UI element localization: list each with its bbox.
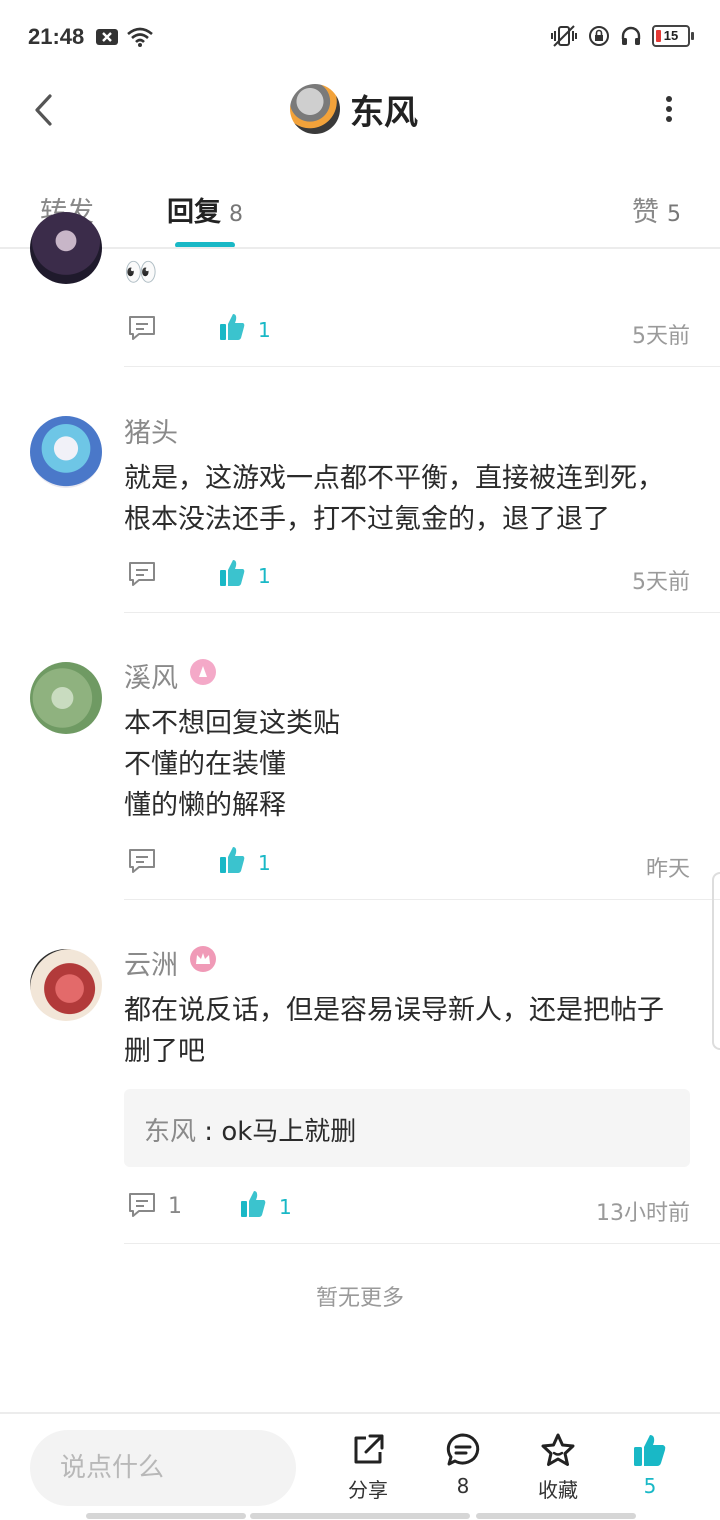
quote-text: ok马上就删 xyxy=(221,1117,357,1147)
comment-button[interactable]: 8 xyxy=(423,1432,503,1498)
notification-x-icon xyxy=(96,29,118,45)
comment-reply-icon[interactable] xyxy=(127,847,157,875)
comment-divider xyxy=(124,366,720,367)
tab-count: 5 xyxy=(667,202,681,227)
tab-count: 8 xyxy=(229,202,243,227)
comment-divider xyxy=(124,1243,720,1244)
rotation-lock-icon xyxy=(589,26,609,46)
nav-bar-segment xyxy=(250,1513,470,1519)
comment-bubble-icon xyxy=(446,1433,480,1466)
comment-divider xyxy=(124,612,720,613)
like-count: 1 xyxy=(279,1195,292,1219)
nav-bar-segment xyxy=(86,1513,246,1519)
comment-time: 昨天 xyxy=(645,857,690,882)
tab-label: 赞 xyxy=(632,197,659,228)
username[interactable]: 溪风 xyxy=(124,656,178,695)
thumbs-up-icon[interactable] xyxy=(218,845,246,875)
more-options-button[interactable] xyxy=(664,96,674,122)
comment-reply-icon[interactable] xyxy=(127,314,157,342)
share-icon xyxy=(354,1434,384,1464)
comment-line: 根本没法还手，打不过氪金的，退了退了 xyxy=(124,504,610,535)
author-avatar[interactable] xyxy=(290,84,340,134)
user-badge-icon xyxy=(190,659,216,685)
crown-badge-icon xyxy=(190,946,216,972)
like-count: 1 xyxy=(258,318,271,342)
comment-line: 本不想回复这类贴 xyxy=(124,708,340,739)
comment-time: 13小时前 xyxy=(596,1201,690,1226)
reply-quote[interactable]: 东风 : ok马上就删 xyxy=(124,1089,690,1167)
comment-text: 本不想回复这类贴 不懂的在装懂 懂的懒的解释 xyxy=(124,703,340,826)
status-left-icons xyxy=(96,26,154,48)
comment-time: 5天前 xyxy=(632,324,690,349)
back-button[interactable] xyxy=(28,90,62,130)
comment-reply-icon[interactable] xyxy=(127,560,157,588)
like-button[interactable]: 5 xyxy=(610,1432,690,1498)
comment-count: 8 xyxy=(456,1474,470,1498)
thumbs-up-icon[interactable] xyxy=(218,312,246,342)
comment-line: 都在说反话，但是容易误导新人，还是把帖子 xyxy=(124,995,664,1026)
tab-likes[interactable]: 赞5 xyxy=(632,190,681,229)
tab-label: 回复 xyxy=(167,197,221,228)
comment-time: 5天前 xyxy=(632,570,690,595)
favorite-label: 收藏 xyxy=(538,1478,578,1502)
headphone-icon xyxy=(621,26,641,45)
avatar[interactable] xyxy=(30,949,102,1021)
bottom-divider xyxy=(0,1412,720,1414)
avatar[interactable] xyxy=(30,416,102,488)
no-more-text: 暂无更多 xyxy=(315,1286,404,1311)
comment-reply-icon[interactable] xyxy=(127,1191,157,1219)
comment-line: 删了吧 xyxy=(124,1036,205,1067)
comment-line: 懂的懒的解释 xyxy=(124,790,286,821)
reply-count: 1 xyxy=(168,1194,182,1219)
username[interactable]: 猪头 xyxy=(124,411,178,450)
status-time: 21:48 xyxy=(28,24,85,49)
star-icon xyxy=(541,1433,575,1466)
thumbs-up-filled-icon xyxy=(634,1435,666,1466)
comment-text: 就是，这游戏一点都不平衡，直接被连到死， 根本没法还手，打不过氪金的，退了退了 xyxy=(124,458,664,540)
wifi-icon xyxy=(127,27,153,47)
tab-replies[interactable]: 回复 8 xyxy=(167,190,243,229)
comment-input[interactable]: 说点什么 xyxy=(30,1430,296,1506)
nav-bar-segment xyxy=(476,1513,636,1519)
thumbs-up-icon[interactable] xyxy=(218,558,246,588)
chevron-left-icon xyxy=(35,94,52,126)
header-title[interactable]: 东风 xyxy=(290,84,418,134)
like-count: 1 xyxy=(258,851,271,875)
comment-text: 👀 xyxy=(124,257,158,288)
share-button[interactable]: 分享 xyxy=(328,1432,408,1503)
vibrate-icon xyxy=(551,25,577,47)
avatar[interactable] xyxy=(30,662,102,734)
quote-separator: : xyxy=(196,1117,222,1147)
battery-indicator: 15 xyxy=(652,25,694,47)
favorite-button[interactable]: 收藏 xyxy=(518,1432,598,1503)
avatar[interactable] xyxy=(30,212,102,284)
tabs-divider xyxy=(0,247,720,249)
share-label: 分享 xyxy=(348,1478,388,1502)
comment-text: 都在说反话，但是容易误导新人，还是把帖子 删了吧 xyxy=(124,990,664,1072)
page-title: 东风 xyxy=(350,92,418,133)
comment-line: 就是，这游戏一点都不平衡，直接被连到死， xyxy=(124,463,664,494)
quote-author[interactable]: 东风 xyxy=(144,1117,196,1147)
comment-divider xyxy=(124,899,720,900)
status-right-icons: 15 xyxy=(550,24,694,48)
scroll-edge-handle[interactable] xyxy=(712,872,720,1050)
comment-line: 不懂的在装懂 xyxy=(124,749,286,780)
like-count: 1 xyxy=(258,564,271,588)
like-count-total: 5 xyxy=(643,1474,657,1498)
username[interactable]: 云洲 xyxy=(124,943,178,982)
thumbs-up-icon[interactable] xyxy=(239,1189,267,1219)
